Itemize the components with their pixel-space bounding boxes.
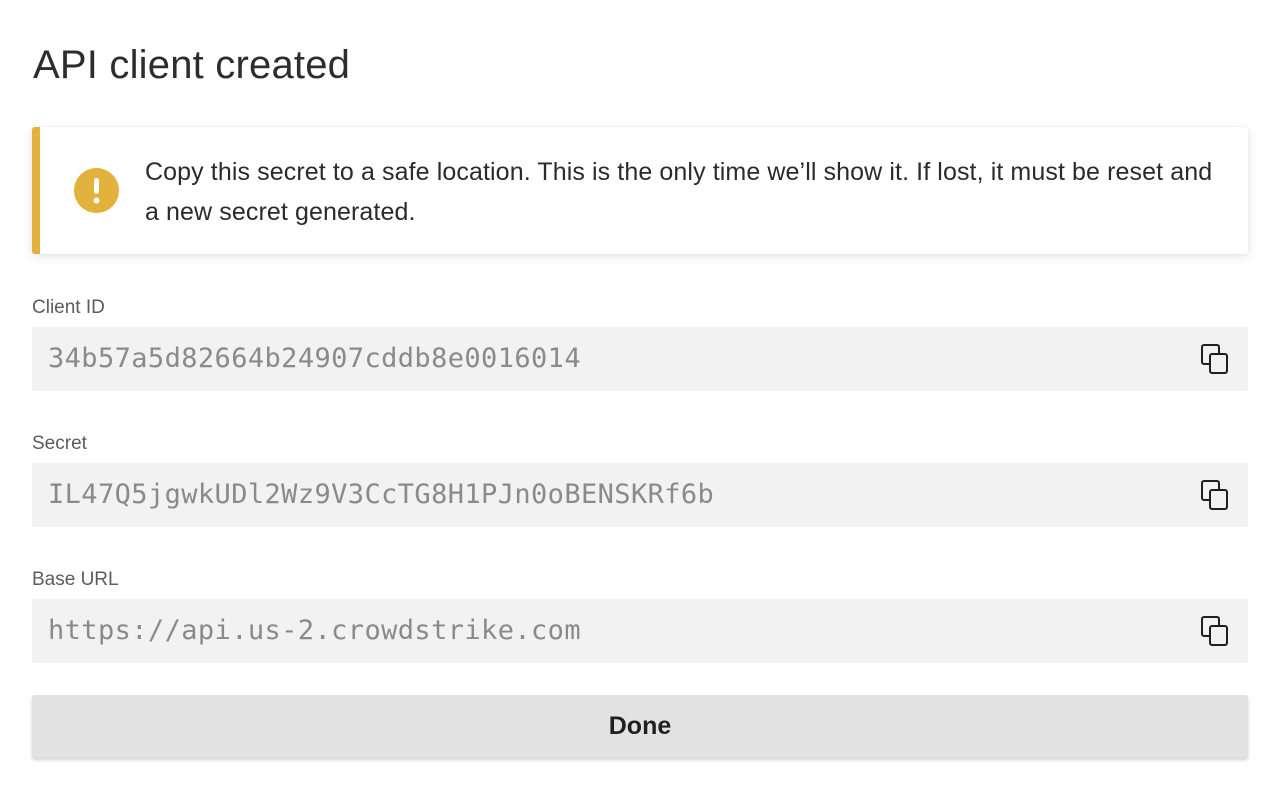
done-button[interactable]: Done (32, 695, 1248, 758)
client-id-value[interactable]: 34b57a5d82664b24907cddb8e0016014 (48, 327, 581, 391)
secret-field: IL47Q5jgwkUDl2Wz9V3CcTG8H1PJn0oBENSKRf6b (32, 463, 1248, 527)
warning-alert: Copy this secret to a safe location. Thi… (32, 127, 1248, 254)
base-url-label: Base URL (32, 569, 119, 590)
exclamation-icon (74, 168, 119, 213)
copy-icon (1201, 344, 1228, 374)
base-url-value[interactable]: https://api.us-2.crowdstrike.com (48, 599, 581, 663)
copy-secret-button[interactable] (1199, 479, 1231, 511)
base-url-field: https://api.us-2.crowdstrike.com (32, 599, 1248, 663)
client-id-field: 34b57a5d82664b24907cddb8e0016014 (32, 327, 1248, 391)
copy-base-url-button[interactable] (1199, 615, 1231, 647)
copy-icon (1201, 480, 1228, 510)
dialog-title: API client created (33, 43, 351, 87)
warning-message: Copy this secret to a safe location. Thi… (145, 158, 1213, 226)
secret-value[interactable]: IL47Q5jgwkUDl2Wz9V3CcTG8H1PJn0oBENSKRf6b (48, 463, 714, 527)
copy-client-id-button[interactable] (1199, 343, 1231, 375)
copy-icon (1201, 616, 1228, 646)
client-id-label: Client ID (32, 297, 105, 318)
api-client-created-dialog: API client created Copy this secret to a… (0, 0, 1278, 790)
secret-label: Secret (32, 433, 87, 454)
